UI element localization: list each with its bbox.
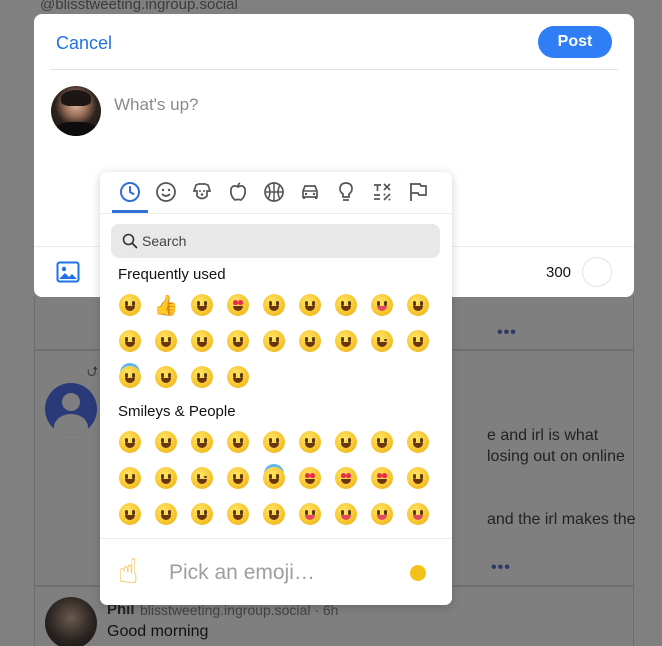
zany-icon[interactable] bbox=[400, 496, 436, 532]
section-title: Smileys & People bbox=[118, 403, 236, 420]
sweat-smile-icon[interactable] bbox=[292, 424, 328, 460]
kissing-smile-icon[interactable] bbox=[220, 496, 256, 532]
hugging-icon[interactable] bbox=[292, 287, 328, 323]
blush-icon[interactable] bbox=[220, 460, 256, 496]
shushing-icon[interactable] bbox=[400, 323, 436, 359]
joy-icon[interactable] bbox=[364, 424, 400, 460]
active-category-indicator bbox=[112, 210, 148, 213]
post-text-fragment: and the irl makes the bbox=[487, 511, 636, 528]
heart-eyes-icon[interactable] bbox=[328, 460, 364, 496]
section-title: Frequently used bbox=[118, 266, 226, 283]
thumbs-up-icon[interactable]: 👍 bbox=[148, 287, 184, 323]
smiley-icon[interactable] bbox=[148, 424, 184, 460]
repost-icon: ⮍ bbox=[87, 363, 99, 379]
post-button[interactable]: Post bbox=[538, 26, 612, 58]
lightbulb-icon[interactable] bbox=[334, 180, 358, 204]
star-struck-icon[interactable] bbox=[364, 460, 400, 496]
melting-icon[interactable] bbox=[328, 323, 364, 359]
winking-tongue-icon[interactable] bbox=[364, 496, 400, 532]
relaxed-icon[interactable] bbox=[148, 496, 184, 532]
kissing-heart-icon[interactable] bbox=[184, 287, 220, 323]
rofl-icon[interactable] bbox=[328, 424, 364, 460]
tongue-icon[interactable] bbox=[328, 496, 364, 532]
kissing-closed-eyes-icon[interactable] bbox=[184, 496, 220, 532]
flag-icon[interactable] bbox=[406, 180, 430, 204]
image-icon[interactable] bbox=[56, 261, 80, 283]
halo-icon[interactable] bbox=[256, 460, 292, 496]
car-icon[interactable] bbox=[298, 180, 322, 204]
smile-icon[interactable] bbox=[184, 424, 220, 460]
smiling-hearts-icon[interactable] bbox=[292, 460, 328, 496]
post-text-input[interactable]: What's up? bbox=[114, 95, 199, 115]
emoji-grid: 👍 bbox=[112, 287, 442, 395]
grin-icon[interactable] bbox=[220, 323, 256, 359]
slight-smile-icon[interactable] bbox=[400, 424, 436, 460]
default-avatar bbox=[45, 383, 97, 435]
kissing-icon[interactable] bbox=[112, 496, 148, 532]
screaming-icon[interactable] bbox=[400, 287, 436, 323]
skin-tone-button[interactable] bbox=[410, 565, 426, 581]
emoji-category-bar bbox=[100, 172, 452, 214]
character-progress-ring bbox=[582, 257, 612, 287]
smile-icon[interactable] bbox=[112, 323, 148, 359]
upside-down-icon[interactable] bbox=[112, 460, 148, 496]
joy-icon[interactable] bbox=[256, 323, 292, 359]
laughing-icon[interactable] bbox=[256, 287, 292, 323]
laughing-icon[interactable] bbox=[256, 424, 292, 460]
more-options-icon: ••• bbox=[497, 324, 517, 341]
symbols-icon[interactable] bbox=[370, 180, 394, 204]
more-options-icon: ••• bbox=[491, 559, 511, 576]
hand-over-mouth-icon[interactable] bbox=[184, 323, 220, 359]
heart-eyes-icon[interactable] bbox=[220, 287, 256, 323]
smiley-icon[interactable] bbox=[184, 359, 220, 395]
character-count: 300 bbox=[546, 264, 572, 281]
holding-tears-icon[interactable] bbox=[256, 496, 292, 532]
search-icon bbox=[122, 233, 138, 249]
kissing-heart-icon[interactable] bbox=[400, 460, 436, 496]
yum-icon[interactable] bbox=[292, 496, 328, 532]
dog-icon[interactable] bbox=[190, 180, 214, 204]
basketball-icon[interactable] bbox=[262, 180, 286, 204]
emoji-preview-label: Pick an emoji… bbox=[169, 561, 315, 584]
wink-icon[interactable] bbox=[364, 323, 400, 359]
post-text-fragment: e and irl is what bbox=[487, 427, 599, 444]
post-text: Good morning bbox=[107, 623, 209, 640]
divider bbox=[50, 69, 618, 70]
cancel-button[interactable]: Cancel bbox=[56, 33, 112, 54]
grinning-face-icon[interactable] bbox=[112, 424, 148, 460]
kissing-smile-icon[interactable] bbox=[292, 323, 328, 359]
avatar bbox=[51, 86, 101, 136]
winking-tongue-icon[interactable] bbox=[364, 287, 400, 323]
divider bbox=[100, 538, 452, 539]
grinning-face-icon[interactable] bbox=[112, 287, 148, 323]
kissing-closed-eyes-icon[interactable] bbox=[148, 359, 184, 395]
relaxed-icon[interactable] bbox=[328, 287, 364, 323]
halo-icon[interactable] bbox=[112, 359, 148, 395]
emoji-grid bbox=[112, 424, 442, 532]
post-text-fragment: losing out on online bbox=[487, 448, 625, 465]
emoji-search-input[interactable] bbox=[142, 229, 432, 253]
apple-icon[interactable] bbox=[226, 180, 250, 204]
emoji-picker: Frequently used 👍 Smileys & People ☝ Pic… bbox=[100, 172, 452, 605]
holding-tears-icon[interactable] bbox=[220, 359, 256, 395]
smiley-icon[interactable] bbox=[154, 180, 178, 204]
avatar bbox=[45, 597, 97, 646]
pointing-up-icon: ☝ bbox=[118, 552, 139, 592]
grin-icon[interactable] bbox=[220, 424, 256, 460]
melting-icon[interactable] bbox=[148, 460, 184, 496]
clock-icon[interactable] bbox=[118, 180, 142, 204]
sweat-smile-icon[interactable] bbox=[148, 323, 184, 359]
background-handle: @blisstweeting.ingroup.social bbox=[40, 0, 238, 13]
wink-icon[interactable] bbox=[184, 460, 220, 496]
